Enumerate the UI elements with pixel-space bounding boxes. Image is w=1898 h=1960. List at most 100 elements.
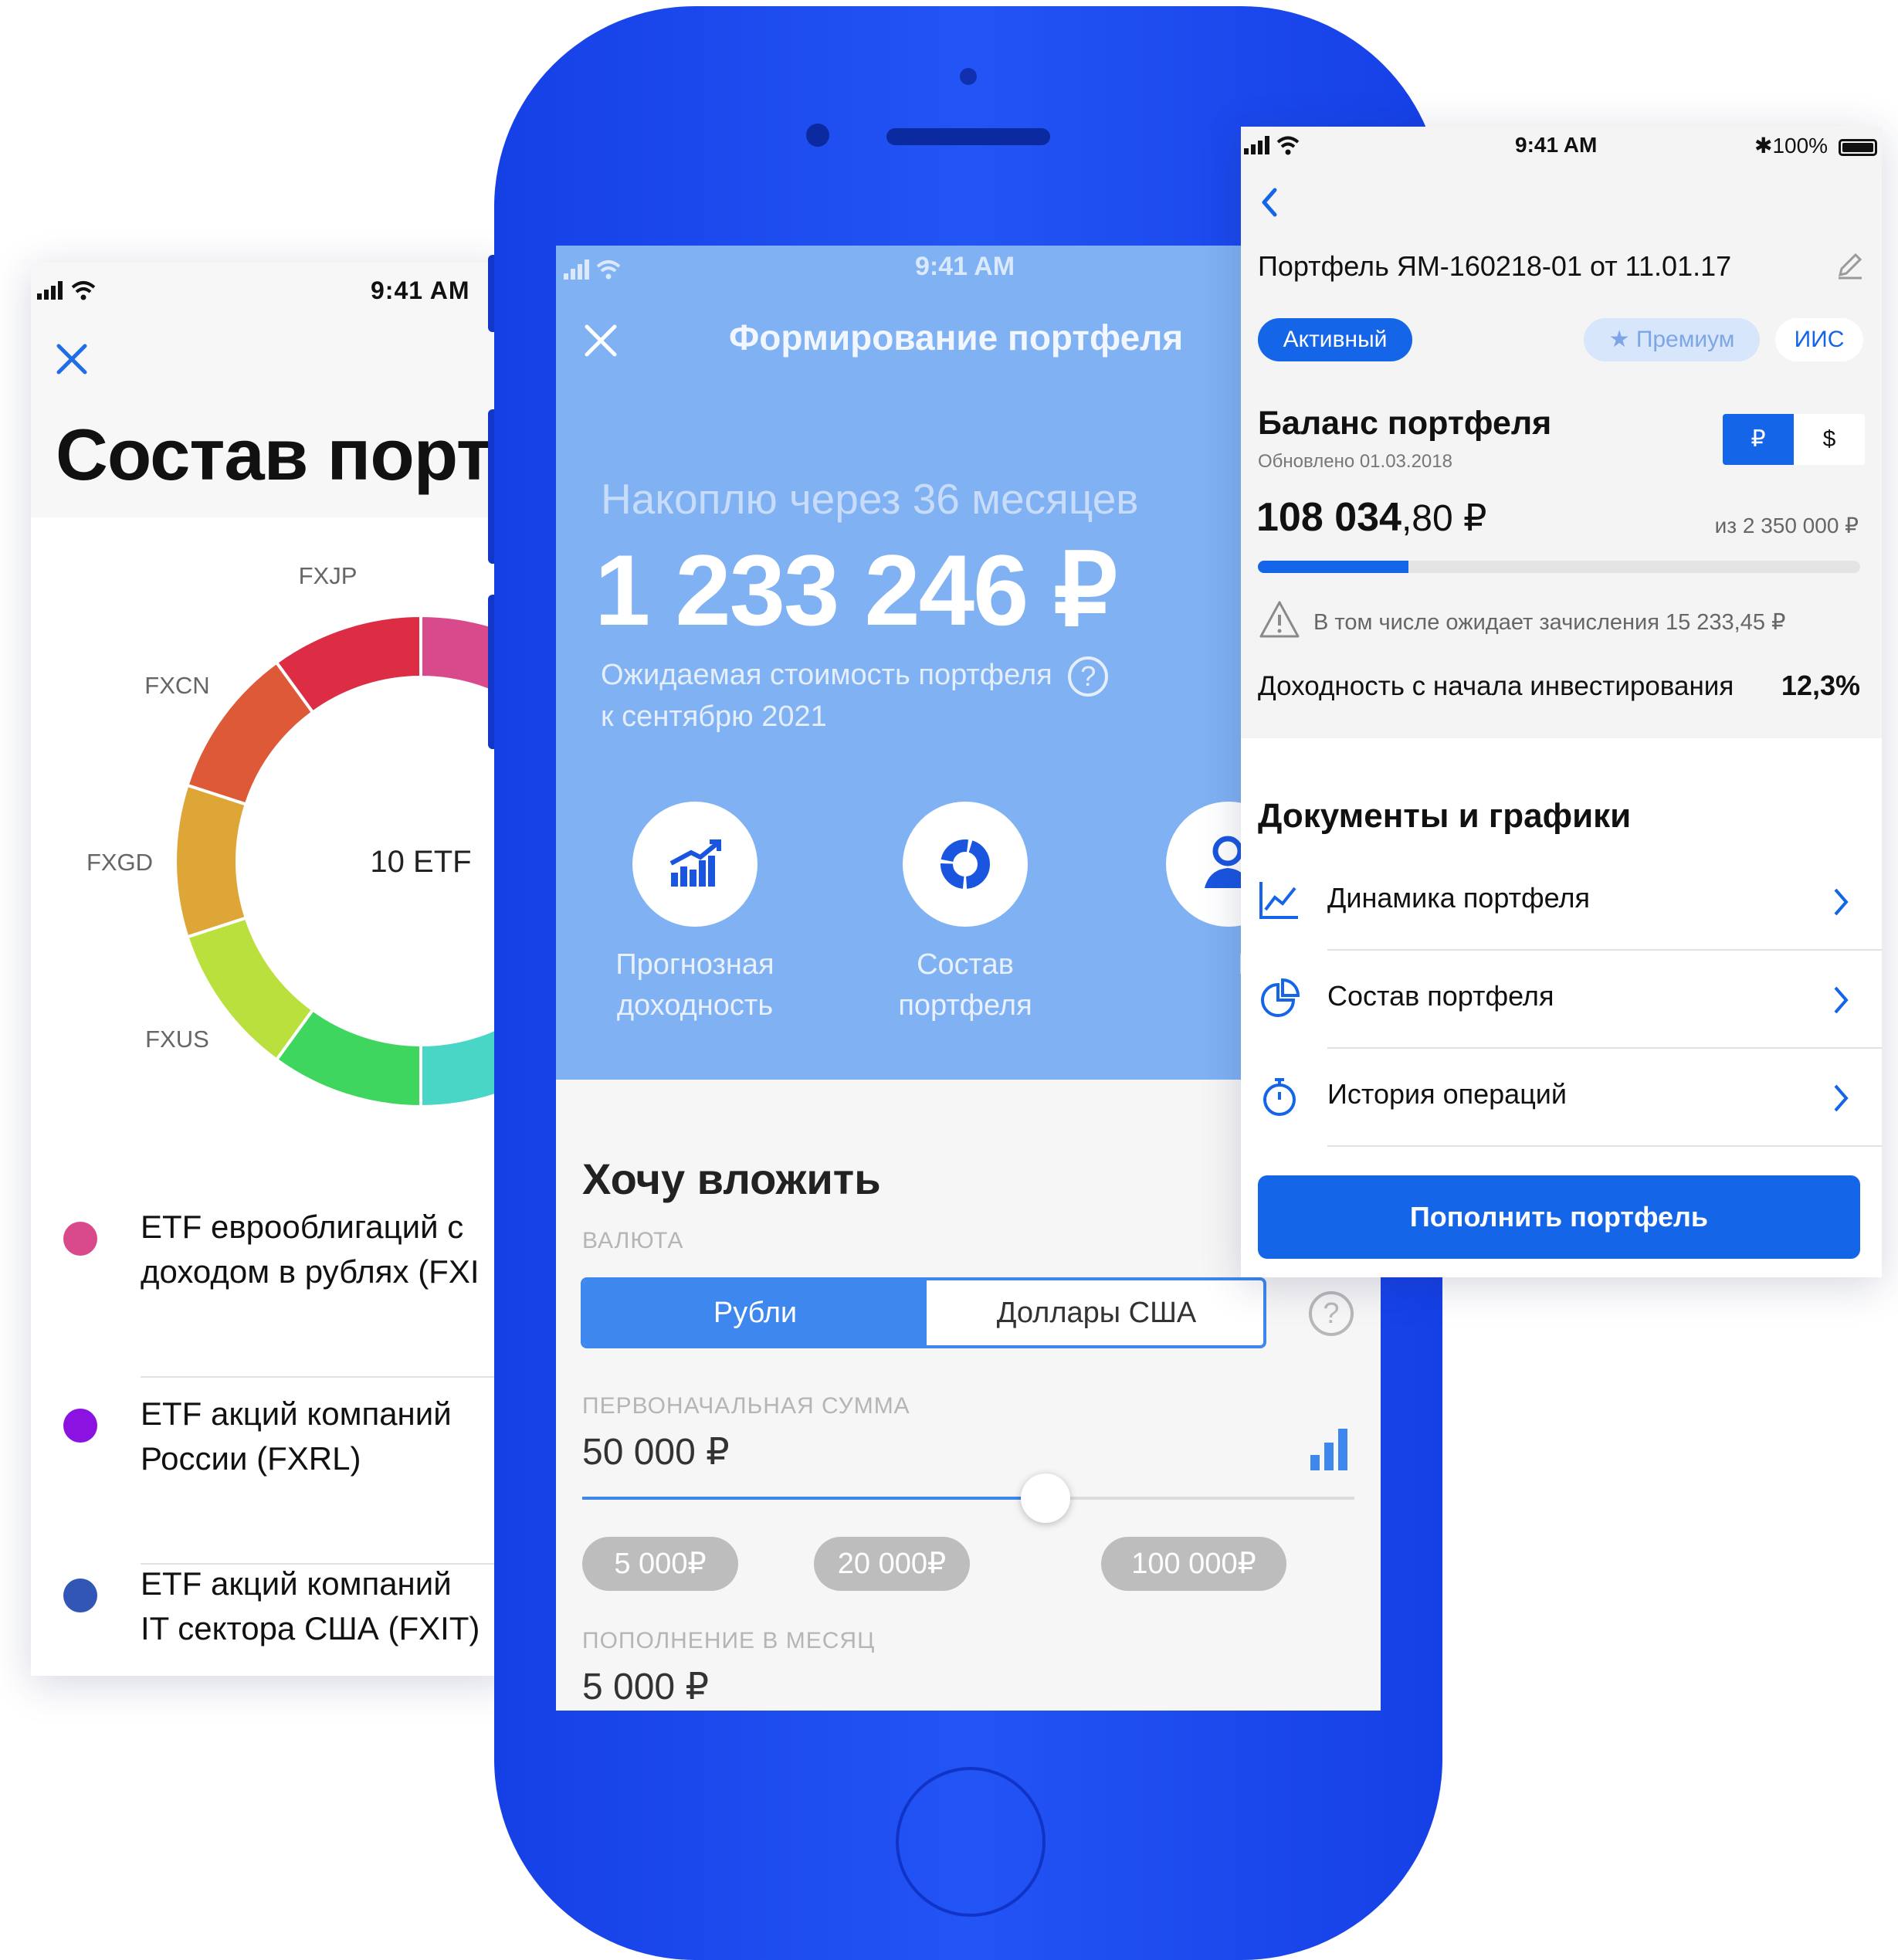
signal-wifi-icon: [564, 256, 641, 283]
donut-label: FXJP: [299, 562, 358, 589]
action-label-line: доходность: [571, 985, 819, 1026]
battery-percent: 100%: [1772, 134, 1828, 158]
action-portfolio-composition[interactable]: Состав портфеля: [865, 802, 1096, 1064]
pending-note: В том числе ожидает зачисления 15 233,45…: [1313, 609, 1786, 636]
donut-label: FXGD: [86, 849, 153, 876]
front-camera: [806, 124, 829, 147]
status-badge-active: Активный: [1258, 318, 1412, 361]
status-time: 9:41 AM: [915, 252, 1015, 282]
close-icon[interactable]: [53, 340, 91, 378]
chevron-right-icon: [1832, 887, 1851, 917]
doc-row-portfolio-composition[interactable]: Состав портфеля: [1241, 951, 1882, 1049]
forecast-amount: 1 233 246 ₽: [595, 531, 1116, 649]
chevron-right-icon: [1832, 1083, 1851, 1114]
section-title: Хочу вложить: [582, 1154, 881, 1204]
legend-label: ETF еврооблигаций с доходом в рублях (FX…: [141, 1205, 480, 1294]
proximity-sensor: [960, 68, 977, 85]
status-time: 9:41 AM: [371, 276, 470, 305]
donut-segment-fxgd[interactable]: [175, 785, 246, 938]
badge-premium-label: Премиум: [1636, 327, 1735, 352]
back-chevron-icon[interactable]: [1258, 185, 1281, 219]
legend-dot: [63, 1409, 97, 1443]
field-label: ПЕРВОНАЧАЛЬНАЯ СУММА: [582, 1393, 910, 1419]
stopwatch-icon: [1258, 1075, 1301, 1118]
line-chart-icon: [1258, 879, 1301, 922]
chevron-right-icon: [1832, 985, 1851, 1016]
action-label-line: портфеля: [842, 985, 1089, 1026]
signal-wifi-icon: [37, 278, 107, 304]
edit-pencil-icon[interactable]: [1834, 250, 1865, 281]
doc-label: История операций: [1327, 1078, 1567, 1111]
battery-status: ✱100%: [1754, 133, 1877, 158]
doc-label: Динамика портфеля: [1327, 882, 1590, 914]
expected-line-2: к сентябрю 2021: [601, 700, 827, 733]
status-time: 9:41 AM: [1515, 133, 1597, 158]
star-icon: ★: [1609, 327, 1630, 352]
segment-usd[interactable]: Доллары США: [927, 1280, 1266, 1345]
help-icon[interactable]: ?: [1309, 1291, 1354, 1336]
currency-toggle-usd[interactable]: $: [1794, 414, 1865, 465]
progress-fill: [1258, 561, 1408, 573]
balance-amount: 108 034,80 ₽: [1256, 494, 1487, 541]
doc-label: Состав портфеля: [1327, 980, 1554, 1012]
action-label: Состав портфеля: [842, 944, 1089, 1026]
slider-thumb[interactable]: [1021, 1473, 1070, 1523]
slider-fill: [582, 1497, 1046, 1500]
bar-chart-icon[interactable]: [1309, 1427, 1352, 1473]
doc-row-portfolio-dynamics[interactable]: Динамика портфеля: [1241, 853, 1882, 951]
balance-title: Баланс портфеля: [1258, 405, 1551, 443]
badge-premium: ★ Премиум: [1584, 318, 1760, 361]
legend-label: ETF акций компаний IT сектора США (FXIT): [141, 1562, 480, 1651]
balance-cents: ,80 ₽: [1401, 498, 1487, 539]
accumulate-label: Накоплю через 36 месяцев: [601, 474, 1139, 524]
action-label-line: Прогнозная: [571, 944, 819, 985]
legend-dot: [63, 1222, 97, 1256]
monthly-amount-value[interactable]: 5 000 ₽: [582, 1665, 709, 1708]
topup-portfolio-button[interactable]: Пополнить портфель: [1258, 1175, 1860, 1259]
expected-line-1: Ожидаемая стоимость портфеля: [601, 659, 1052, 691]
action-label: Прогнозная доходность: [571, 944, 819, 1026]
yield-label: Доходность с начала инвестирования: [1258, 671, 1734, 702]
field-label: ПОПОЛНЕНИЕ В МЕСЯЦ: [582, 1628, 875, 1654]
donut-label: FXCN: [144, 672, 209, 699]
page-title: Состав порт: [56, 413, 491, 497]
help-icon[interactable]: ?: [1068, 656, 1108, 697]
left-header: 9:41 AM Состав порт: [31, 263, 510, 517]
divider: [1327, 1145, 1882, 1147]
portfolio-composition-screen: 9:41 AM Состав порт FXAUFXUSFXGDFXCNFXJP…: [31, 263, 510, 1676]
legend-label: ETF акций компаний России (FXRL): [141, 1392, 452, 1481]
portfolio-details-screen: 9:41 AM ✱100% Портфель ЯМ-160218-01 от 1…: [1241, 127, 1882, 1277]
close-icon[interactable]: [583, 323, 619, 358]
yield-value: 12,3%: [1781, 670, 1860, 702]
battery-icon: [1839, 139, 1877, 156]
preset-chip[interactable]: 100 000₽: [1101, 1537, 1286, 1591]
action-forecast-yield[interactable]: Прогнозная доходность: [571, 802, 757, 1064]
donut-center-label: 10 ETF: [370, 845, 471, 879]
segment-rubles[interactable]: Рубли: [584, 1280, 927, 1345]
balance-main: 108 034: [1256, 495, 1401, 540]
home-button[interactable]: [896, 1767, 1046, 1917]
badge-iis: ИИС: [1775, 318, 1863, 361]
legend-dot: [63, 1579, 97, 1612]
etf-donut-chart: FXAUFXUSFXGDFXCNFXJP 10 ETF: [31, 517, 510, 1135]
currency-toggle-rub[interactable]: ₽: [1723, 414, 1794, 465]
legend-item[interactable]: ETF еврооблигаций с доходом в рублях (FX…: [31, 1189, 510, 1375]
balance-target: из 2 350 000 ₽: [1715, 513, 1859, 538]
preset-chip[interactable]: 5 000₽: [582, 1537, 738, 1591]
legend-item[interactable]: ETF акций компаний IT сектора США (FXIT): [31, 1546, 510, 1676]
bluetooth-icon: ✱: [1754, 134, 1772, 158]
donut-icon: [903, 802, 1028, 927]
screen-title: Формирование портфеля: [729, 317, 1183, 358]
doc-row-operations-history[interactable]: История операций: [1241, 1049, 1882, 1147]
initial-amount-value[interactable]: 50 000 ₽: [582, 1430, 730, 1473]
documents-title: Документы и графики: [1258, 797, 1631, 836]
chart-bars-icon: [632, 802, 758, 927]
preset-chip[interactable]: 20 000₽: [814, 1537, 970, 1591]
currency-segmented-control: Рубли Доллары США: [581, 1277, 1266, 1348]
field-label: ВАЛЮТА: [582, 1228, 683, 1254]
speaker-grille: [886, 128, 1050, 145]
legend-item[interactable]: ETF акций компаний России (FXRL): [31, 1376, 510, 1562]
action-label-line: Состав: [842, 944, 1089, 985]
donut-label: FXUS: [145, 1026, 209, 1053]
warning-icon: [1258, 599, 1301, 639]
